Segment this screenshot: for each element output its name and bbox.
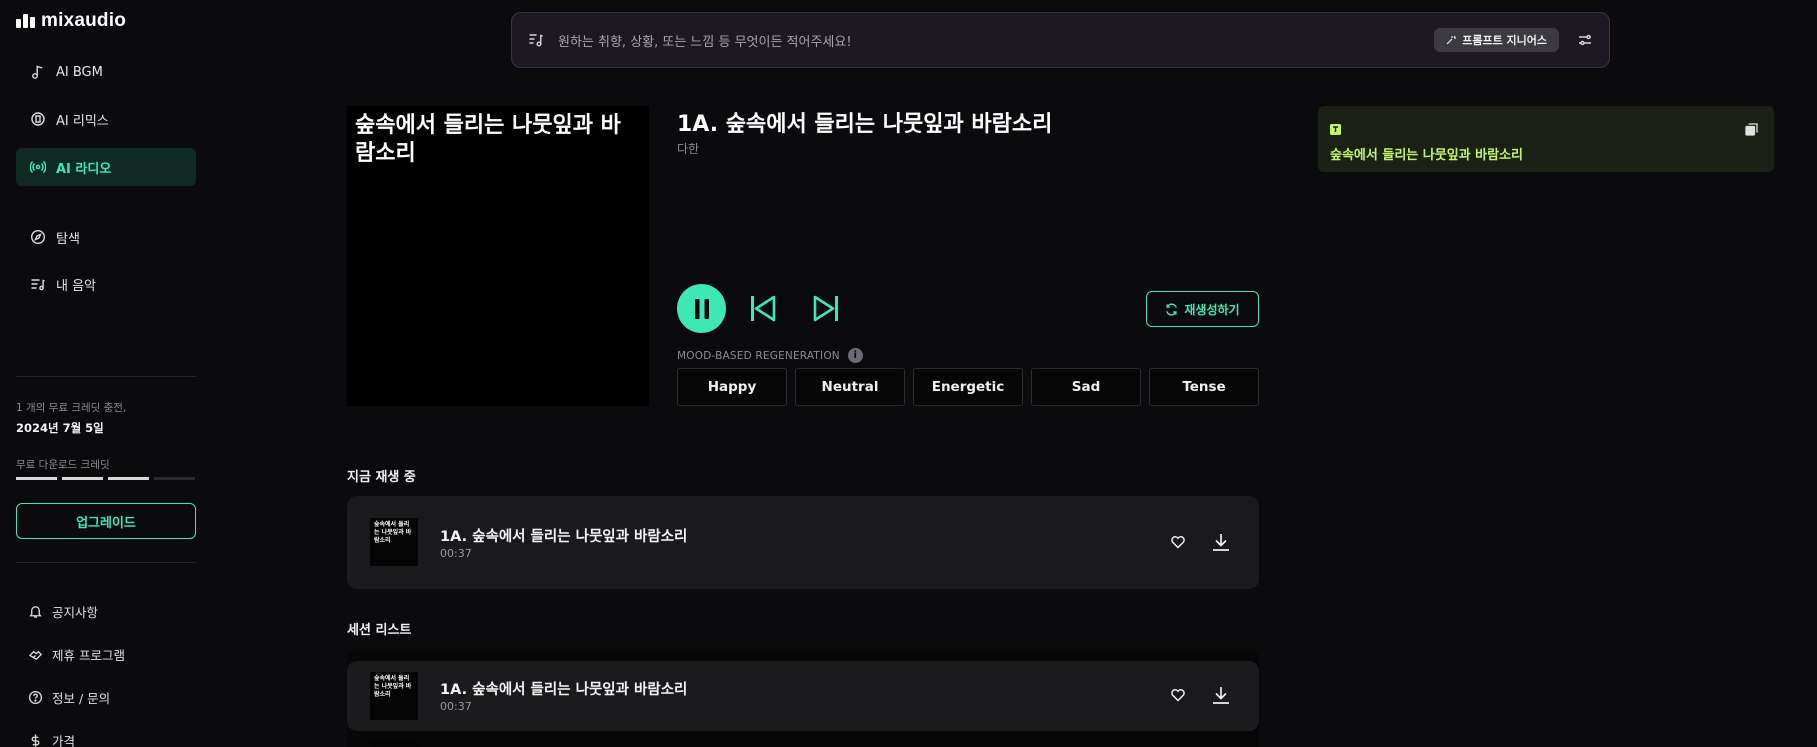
credit-date: 2024년 7월 5일: [16, 421, 104, 435]
refresh-icon: [1166, 302, 1178, 316]
session-list-title: 세션 리스트: [347, 623, 412, 638]
mood-button-energetic[interactable]: Energetic: [913, 368, 1023, 406]
mood-button-happy[interactable]: Happy: [677, 368, 787, 406]
upgrade-button[interactable]: 업그레이드: [16, 503, 196, 539]
sidebar-item-label: 내 음악: [56, 278, 97, 294]
sidebar-item-explore[interactable]: 탐색: [16, 218, 196, 256]
sidebar-item-info[interactable]: 정보 / 문의: [28, 688, 110, 707]
now-playing-row[interactable]: 숲속에서 들리는 나뭇잎과 바람소리 1A. 숲속에서 들리는 나뭇잎과 바람소…: [347, 496, 1259, 589]
dollar-icon: [31, 734, 40, 747]
row-title: 1A. 숲속에서 들리는 나뭇잎과 바람소리: [440, 529, 688, 545]
sidebar-item-my-music[interactable]: 내 음악: [16, 265, 196, 303]
previous-track-icon[interactable]: [749, 294, 777, 323]
track-title: 1A. 숲속에서 들리는 나뭇잎과 바람소리: [677, 112, 1053, 137]
download-credit-label: 무료 다운로드 크레딧: [16, 459, 110, 471]
sidebar-item-ai-remix[interactable]: AI 리믹스: [16, 100, 196, 138]
row-duration: 00:37: [440, 547, 472, 560]
prompt-genius-button[interactable]: 프롬프트 지니어스: [1434, 28, 1559, 52]
row-duration: 00:37: [440, 700, 472, 713]
session-row[interactable]: 숲속에서 들리는 나뭇잎과 바람소리 1A. 숲속에서 들리는 나뭇잎과 바람소…: [347, 661, 1259, 731]
sidebar-item-label: AI BGM: [56, 64, 103, 80]
music-note-icon: [32, 65, 43, 79]
sidebar-item-ai-bgm[interactable]: AI BGM: [16, 53, 196, 91]
sidebar-item-label: 제휴 프로그램: [52, 648, 125, 663]
next-track-icon[interactable]: [812, 294, 840, 323]
heart-icon[interactable]: [1170, 534, 1186, 550]
mood-button-tense[interactable]: Tense: [1149, 368, 1259, 406]
remix-icon: [31, 112, 45, 126]
mood-buttons: Happy Neutral Energetic Sad Tense: [677, 368, 1259, 406]
settings-sliders-icon[interactable]: [1577, 32, 1593, 48]
sidebar-item-notice[interactable]: 공지사항: [28, 602, 98, 621]
cover-title: 숲속에서 들리는 나뭇잎과 바람소리: [355, 113, 621, 166]
credit-segment: [108, 477, 149, 480]
bell-icon: [29, 606, 42, 618]
sidebar-item-label: AI 리믹스: [56, 113, 109, 129]
pause-icon: [694, 298, 709, 319]
sidebar-item-label: 탐색: [56, 231, 80, 247]
prompt-input[interactable]: 원하는 취향, 상황, 또는 느낌 등 무엇이든 적어주세요!: [558, 31, 1434, 50]
lyric-text: 숲속에서 들리는 나뭇잎과 바람소리: [1330, 148, 1523, 163]
track-artist: 다한: [677, 142, 700, 156]
now-playing-title: 지금 재생 중: [347, 470, 416, 485]
playlist-icon: [31, 279, 45, 291]
sidebar-item-ai-radio[interactable]: AI 라디오: [16, 148, 196, 186]
regenerate-label: 재생성하기: [1184, 302, 1240, 317]
album-cover: 숲속에서 들리는 나뭇잎과 바람소리: [347, 106, 649, 406]
mood-regeneration-label: MOOD-BASED REGENERATION i: [677, 348, 863, 363]
sidebar-item-pricing[interactable]: 가격: [28, 731, 75, 747]
download-icon[interactable]: [1211, 532, 1231, 552]
track-thumbnail: 숲속에서 들리는 나뭇잎과 바람소리: [370, 518, 418, 566]
sidebar-item-label: 가격: [52, 734, 76, 747]
copy-icon[interactable]: [1745, 123, 1758, 136]
sidebar-item-label: AI 라디오: [56, 161, 112, 177]
logo-text: mixaudio: [41, 10, 127, 31]
question-icon: [28, 690, 43, 705]
mood-button-sad[interactable]: Sad: [1031, 368, 1141, 406]
logo[interactable]: mixaudio: [16, 10, 126, 32]
row-title: 1A. 숲속에서 들리는 나뭇잎과 바람소리: [440, 682, 688, 698]
download-icon[interactable]: [1211, 685, 1231, 705]
heart-icon[interactable]: [1170, 687, 1186, 703]
credit-segment: [62, 477, 103, 480]
info-icon[interactable]: i: [847, 348, 863, 363]
credit-segment: [154, 477, 195, 480]
credit-note: 1 개의 무료 크레딧 충전,: [16, 402, 127, 414]
compass-icon: [30, 229, 46, 245]
track-thumbnail: 숲속에서 들리는 나뭇잎과 바람소리: [370, 672, 418, 720]
sidebar: mixaudio AI BGM AI 리믹스 AI 라디오 탐색 내 음악 1 …: [0, 0, 212, 747]
download-credit-bar: [16, 477, 195, 480]
handshake-icon: [28, 650, 43, 661]
logo-mark-icon: [16, 14, 35, 28]
credit-segment: [16, 477, 57, 480]
lyric-card: 숲속에서 들리는 나뭇잎과 바람소리: [1318, 106, 1774, 172]
next-track-thumbnail: [370, 741, 418, 747]
prompt-bar[interactable]: 원하는 취향, 상황, 또는 느낌 등 무엇이든 적어주세요! 프롬프트 지니어…: [511, 12, 1610, 68]
mood-label-text: MOOD-BASED REGENERATION: [677, 349, 840, 362]
regenerate-button[interactable]: 재생성하기: [1146, 291, 1259, 327]
radio-icon: [30, 160, 46, 174]
prompt-music-icon: [529, 34, 543, 47]
sidebar-item-label: 정보 / 문의: [52, 691, 111, 706]
text-icon: [1330, 124, 1341, 135]
sidebar-item-label: 공지사항: [52, 605, 99, 620]
sidebar-divider: [16, 376, 196, 377]
pause-button[interactable]: [677, 284, 726, 333]
sidebar-item-affiliate[interactable]: 제휴 프로그램: [28, 645, 125, 664]
prompt-genius-label: 프롬프트 지니어스: [1462, 34, 1547, 47]
mood-button-neutral[interactable]: Neutral: [795, 368, 905, 406]
sidebar-divider: [16, 562, 196, 563]
sparkle-icon: [1446, 35, 1457, 45]
